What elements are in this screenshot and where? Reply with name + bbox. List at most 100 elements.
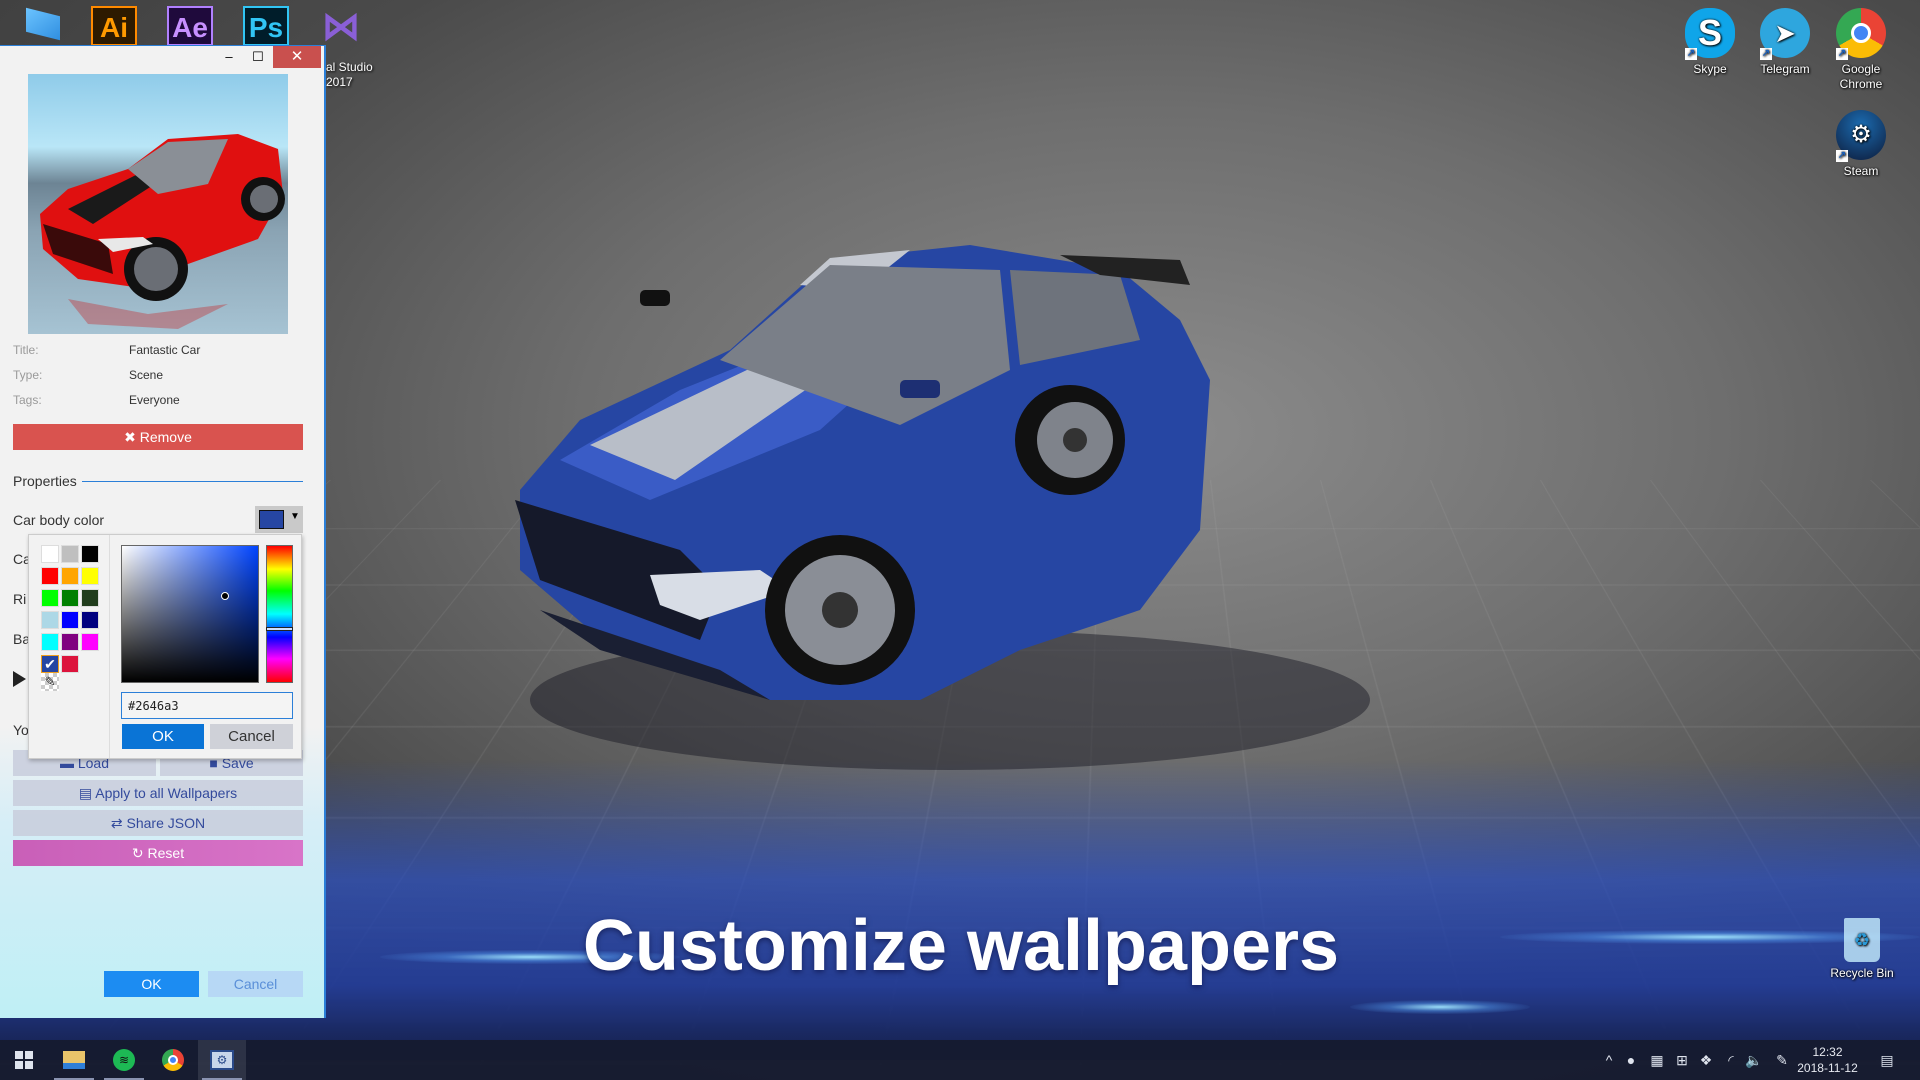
desktop-icon-this-pc[interactable] xyxy=(22,7,62,44)
cancel-button[interactable]: Cancel xyxy=(208,971,303,997)
palette-swatch[interactable]: ✔ xyxy=(41,655,59,673)
wallpaper-engine-icon: ⚙ xyxy=(210,1050,234,1070)
meta-label-type: Type: xyxy=(13,368,43,382)
properties-heading: Properties xyxy=(13,473,77,489)
skype-icon: S ↗ xyxy=(1685,8,1735,60)
reset-button[interactable]: ↻ Reset xyxy=(13,840,303,866)
system-clock[interactable]: 12:32 2018-11-12 xyxy=(1790,1044,1865,1076)
blue-car-image xyxy=(515,245,1370,770)
action-center-icon[interactable]: ▤ xyxy=(1878,1050,1896,1070)
light-streak xyxy=(1350,1000,1530,1014)
palette-swatch[interactable] xyxy=(81,611,99,629)
hex-color-input[interactable] xyxy=(121,692,293,719)
wallpaper-settings-window: – ☐ ✕ Title: Fantastic Car Type: Scene T… xyxy=(0,45,326,1018)
saturation-value-square[interactable] xyxy=(121,545,259,683)
desktop-icon-label: Telegram xyxy=(1760,62,1810,76)
retweet-icon: ⇄ xyxy=(110,815,127,831)
palette-swatch[interactable] xyxy=(41,611,59,629)
color-palette: ✔ xyxy=(29,535,110,758)
desktop-icon-visual-studio[interactable]: ⋈ al Studio 2017 xyxy=(320,6,380,90)
palette-swatch[interactable] xyxy=(61,611,79,629)
palette-swatch[interactable] xyxy=(61,567,79,585)
hue-slider-handle[interactable] xyxy=(266,627,293,631)
shortcut-arrow-icon: ↗ xyxy=(1685,48,1697,60)
adobe-photoshop-icon[interactable]: Ps xyxy=(243,6,289,46)
taskbar-file-explorer[interactable] xyxy=(50,1040,98,1080)
apply-to-all-wallpapers-button[interactable]: ▤ Apply to all Wallpapers xyxy=(13,780,303,806)
palette-swatch[interactable] xyxy=(61,633,79,651)
meta-label-title: Title: xyxy=(13,343,39,357)
property-label: Ri xyxy=(13,591,27,607)
palette-swatch[interactable] xyxy=(81,567,99,585)
folder-icon xyxy=(63,1051,85,1069)
eyedropper-icon[interactable]: ✎ xyxy=(41,673,59,691)
desktop-icon-telegram[interactable]: ➤ ↗ Telegram xyxy=(1747,8,1823,77)
palette-swatch[interactable] xyxy=(61,589,79,607)
clock-time: 12:32 xyxy=(1812,1045,1843,1059)
property-label: Yo xyxy=(13,722,29,738)
desktop-icon-label: Steam xyxy=(1843,164,1879,178)
remove-button[interactable]: ✖ Remove xyxy=(13,424,303,450)
palette-swatch[interactable] xyxy=(61,545,79,563)
desktop-icon-google-chrome[interactable]: ↗ Google Chrome xyxy=(1823,8,1899,92)
adobe-after-effects-icon[interactable]: Ae xyxy=(167,6,213,46)
palette-swatch[interactable] xyxy=(41,589,59,607)
car-body-color-dropdown[interactable]: ▼ xyxy=(255,506,303,533)
color-picker-ok-button[interactable]: OK xyxy=(122,724,204,749)
palette-swatch[interactable] xyxy=(81,545,99,563)
windows-logo-icon xyxy=(15,1051,33,1069)
clock-date: 2018-11-12 xyxy=(1797,1061,1858,1075)
share-json-button[interactable]: ⇄ Share JSON xyxy=(13,810,303,836)
checkmark-icon: ✔ xyxy=(44,656,56,672)
color-picker-cancel-button[interactable]: Cancel xyxy=(210,724,293,749)
app-tray-icon[interactable]: ▦ xyxy=(1648,1050,1666,1070)
desktop-icon-label: Skype xyxy=(1693,62,1727,76)
maximize-button[interactable]: ☐ xyxy=(243,46,273,68)
palette-swatch[interactable] xyxy=(61,655,79,673)
recycle-bin-icon: ♻ xyxy=(1844,918,1880,962)
desktop-icon-steam[interactable]: ⚙ ↗ Steam xyxy=(1823,110,1899,179)
steam-tray-icon[interactable]: ● xyxy=(1622,1050,1640,1070)
close-button[interactable]: ✕ xyxy=(273,46,321,68)
wallpaper-engine-tray-icon[interactable]: ⊞ xyxy=(1673,1050,1691,1070)
palette-swatch[interactable] xyxy=(41,567,59,585)
desktop-icon-recycle-bin[interactable]: ♻ Recycle Bin xyxy=(1822,918,1902,981)
palette-swatch[interactable] xyxy=(41,633,59,651)
show-hidden-icons-chevron-up-icon[interactable]: ^ xyxy=(1600,1050,1618,1070)
ok-button[interactable]: OK xyxy=(104,971,199,997)
adobe-illustrator-icon[interactable]: Ai xyxy=(91,6,137,46)
reset-label: Reset xyxy=(147,845,185,861)
palette-swatch[interactable] xyxy=(41,545,59,563)
desktop-icon-skype[interactable]: S ↗ Skype xyxy=(1672,8,1748,77)
wallpaper-preview-image xyxy=(28,74,288,334)
visual-studio-label: al Studio xyxy=(326,60,373,74)
red-car-image xyxy=(40,134,285,329)
dropbox-icon[interactable]: ❖ xyxy=(1697,1050,1715,1070)
hue-slider[interactable] xyxy=(266,545,293,683)
palette-swatch[interactable] xyxy=(81,633,99,651)
visual-studio-icon: ⋈ xyxy=(322,6,360,48)
minimize-button[interactable]: – xyxy=(214,46,244,68)
taskbar-spotify[interactable]: ≋ xyxy=(100,1040,148,1080)
chevron-down-icon: ▼ xyxy=(290,511,300,522)
meta-value-type: Scene xyxy=(129,368,164,382)
play-icon[interactable] xyxy=(13,671,26,687)
color-picker-handle[interactable] xyxy=(221,592,229,600)
visual-studio-label-year: 2017 xyxy=(326,75,353,89)
telegram-icon: ➤ ↗ xyxy=(1760,8,1810,60)
meta-value-title: Fantastic Car xyxy=(129,343,201,357)
desktop-icon-label: Google Chrome xyxy=(1839,62,1883,91)
taskbar-chrome[interactable] xyxy=(149,1040,197,1080)
window-titlebar[interactable]: – ☐ ✕ xyxy=(0,46,324,68)
steam-icon: ⚙ ↗ xyxy=(1836,110,1886,162)
palette-swatch[interactable] xyxy=(81,589,99,607)
shortcut-arrow-icon: ↗ xyxy=(1836,48,1848,60)
taskbar-wallpaper-engine[interactable]: ⚙ xyxy=(198,1040,246,1080)
meta-value-tags: Everyone xyxy=(129,393,180,407)
shortcut-arrow-icon: ↗ xyxy=(1836,150,1848,162)
pen-icon[interactable]: ✎ xyxy=(1773,1050,1791,1070)
wifi-icon[interactable]: ◜ xyxy=(1722,1050,1740,1070)
start-button[interactable] xyxy=(0,1040,48,1080)
headline-text: Customize wallpapers xyxy=(582,906,1340,986)
volume-icon[interactable]: 🔈 xyxy=(1745,1050,1763,1070)
